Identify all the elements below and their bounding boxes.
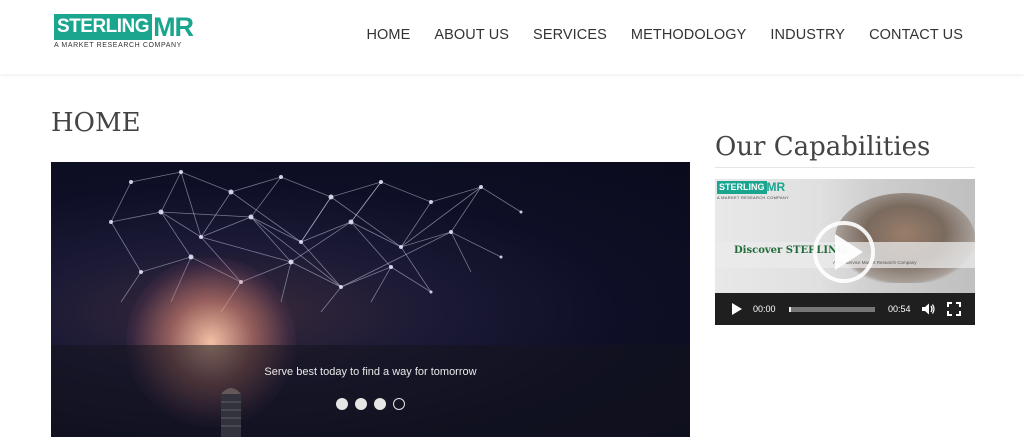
site-header: STERLING MR A MARKET RESEARCH COMPANY HO… [0,0,1024,74]
sidebar-divider [715,167,975,168]
nav-methodology[interactable]: METHODOLOGY [631,27,747,43]
video-progress-fill [789,307,791,312]
logo-wordmark: STERLING MR [54,12,194,42]
video-progress-bar[interactable] [789,307,875,312]
slider-dot-3[interactable] [374,398,386,410]
slider-pagination [51,398,690,410]
video-logo-text: STERLING [717,181,767,194]
nav-home[interactable]: HOME [366,27,410,43]
big-play-icon[interactable] [835,234,863,270]
duration: 00:54 [888,304,911,314]
logo-suffix: MR [153,12,194,42]
video-player[interactable]: STERLING MR A MARKET RESEARCH COMPANY Di… [715,179,975,325]
nav-services[interactable]: SERVICES [533,27,607,43]
hero-slider[interactable]: Serve best today to find a way for tomor… [51,162,690,437]
play-icon[interactable] [732,303,742,315]
slider-caption: Serve best today to find a way for tomor… [264,366,477,378]
caption-band [51,345,690,437]
slider-dot-2[interactable] [355,398,367,410]
video-controls: 00:00 00:54 [715,293,975,325]
volume-icon[interactable] [921,302,935,316]
video-logo-suffix: MR [766,180,786,194]
page-title: HOME [51,108,141,138]
video-logo: STERLING MR [717,181,785,194]
fullscreen-icon[interactable] [947,302,961,316]
main-nav: HOME ABOUT US SERVICES METHODOLOGY INDUS… [342,27,963,43]
video-logo-tagline: A MARKET RESEARCH COMPANY [717,195,790,200]
nav-about-us[interactable]: ABOUT US [434,27,509,43]
slider-dot-4[interactable] [393,398,405,410]
video-frame[interactable]: STERLING MR A MARKET RESEARCH COMPANY Di… [715,179,975,293]
nav-industry[interactable]: INDUSTRY [770,27,845,43]
slider-dot-1[interactable] [336,398,348,410]
sidebar-title: Our Capabilities [715,132,931,162]
current-time: 00:00 [753,304,776,314]
logo-tagline: A MARKET RESEARCH COMPANY [54,42,182,49]
nav-contact-us[interactable]: CONTACT US [869,27,963,43]
site-logo[interactable]: STERLING MR A MARKET RESEARCH COMPANY [54,14,199,54]
logo-text: STERLING [54,14,153,40]
